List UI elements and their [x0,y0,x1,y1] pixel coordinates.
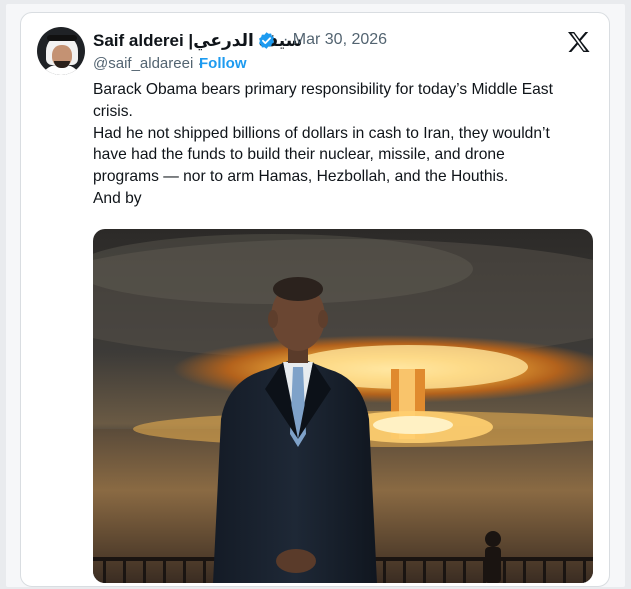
tweet-text-line: And by [93,189,142,207]
tweet-text-line: crisis. [93,102,133,120]
tweet-media-image[interactable] [93,229,593,583]
tweet-date[interactable]: · Mar 30, 2026 [283,31,387,49]
verified-badge-icon [259,32,274,49]
tweet-text-line: Barack Obama bears primary responsibilit… [93,81,553,98]
tweet-text: Barack Obama bears primary responsibilit… [93,79,598,210]
profile-avatar[interactable] [37,27,85,75]
author-handle[interactable]: @saif_aldareei · [93,55,202,72]
x-logo-icon[interactable] [567,31,591,53]
date-text: Mar 30, 2026 [292,31,388,48]
tweet-text-line: have had the funds to build their nuclea… [93,146,505,164]
tweet-text-line: Had he not shipped billions of dollars i… [93,124,550,142]
follow-button[interactable]: Follow [199,55,247,72]
media-illustration [93,229,593,583]
tweet-card[interactable]: Saif alderei |سيف الدرعي · Mar 30, 2026 … [20,12,610,587]
handle-text: @saif_aldareei [93,55,194,72]
date-separator: · [283,31,289,48]
tweet-text-line: programs — nor to arm Hamas, Hezbollah, … [93,168,509,186]
